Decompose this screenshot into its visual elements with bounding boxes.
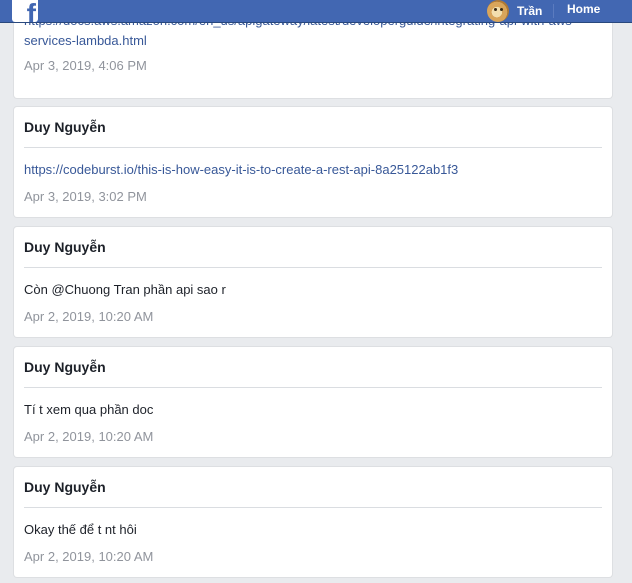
message-text: https://codeburst.io/this-is-how-easy-it… [24,162,458,177]
message-timestamp: Apr 3, 2019, 3:02 PM [24,189,147,204]
divider [24,507,602,508]
message-card: Duy Nguyễn Okay thế để t nt hôi Apr 2, 2… [14,467,612,577]
profile-link[interactable]: Trần [487,0,542,22]
message-timestamp: Apr 2, 2019, 10:20 AM [24,309,154,324]
facebook-logo-icon[interactable]: f [12,0,38,22]
top-navigation-bar: f Trần Home [0,0,632,23]
message-text: Tí t xem qua phần doc [24,402,154,417]
author-name[interactable]: Duy Nguyễn [24,359,106,375]
home-link[interactable]: Home [567,2,600,16]
divider [24,147,602,148]
nav-divider [553,4,554,18]
logo-letter: f [26,0,36,22]
divider [24,267,602,268]
message-timestamp: Apr 2, 2019, 10:20 AM [24,549,154,564]
message-text: Okay thế để t nt hôi [24,522,137,537]
author-name[interactable]: Duy Nguyễn [24,479,106,495]
author-name[interactable]: Duy Nguyễn [24,119,106,135]
divider [24,387,602,388]
message-card: Duy Nguyễn https://codeburst.io/this-is-… [14,107,612,217]
author-name[interactable]: Duy Nguyễn [24,239,106,255]
message-timestamp: Apr 3, 2019, 4:06 PM [24,58,147,73]
message-link-line2[interactable]: services-lambda.html [24,33,147,48]
message-timestamp: Apr 2, 2019, 10:20 AM [24,429,154,444]
message-link[interactable]: https://codeburst.io/this-is-how-easy-it… [24,162,458,177]
message-card: Duy Nguyễn Còn @Chuong Tran phần api sao… [14,227,612,337]
avatar[interactable] [487,0,509,22]
message-text: Còn @Chuong Tran phần api sao r [24,282,226,297]
profile-name[interactable]: Trần [517,4,542,18]
message-card: Duy Nguyễn Tí t xem qua phần doc Apr 2, … [14,347,612,457]
